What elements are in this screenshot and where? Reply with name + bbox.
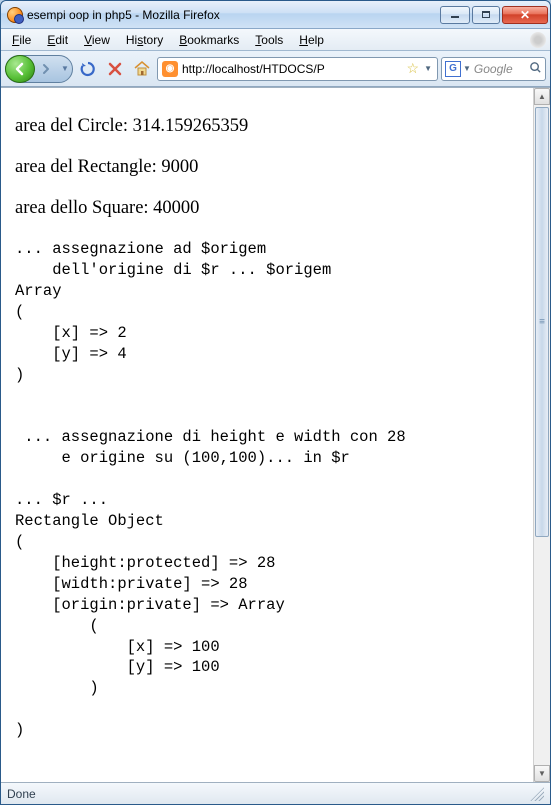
square-area-line: area dello Square: 40000 <box>15 198 519 219</box>
menu-help[interactable]: Help <box>292 31 331 49</box>
menu-bookmarks[interactable]: Bookmarks <box>172 31 246 49</box>
activity-indicator-icon <box>530 32 546 48</box>
status-text: Done <box>7 787 36 801</box>
url-text[interactable]: http://localhost/HTDOCS/P <box>182 62 405 76</box>
reload-button[interactable] <box>76 57 100 81</box>
page-body: area del Circle: 314.159265359 area del … <box>1 88 533 782</box>
menu-bar: File Edit View History Bookmarks Tools H… <box>1 29 550 51</box>
close-button[interactable]: ✕ <box>502 6 548 24</box>
scroll-up-button[interactable]: ▲ <box>534 88 550 105</box>
menu-history[interactable]: History <box>119 31 170 49</box>
url-dropdown-icon[interactable]: ▼ <box>421 64 435 73</box>
maximize-button[interactable] <box>472 6 500 24</box>
nav-history-dropdown[interactable]: ▼ <box>58 64 72 73</box>
forward-button[interactable] <box>34 63 58 75</box>
window-title: esempi oop in php5 - Mozilla Firefox <box>27 8 440 22</box>
url-bar[interactable]: ◉ http://localhost/HTDOCS/P ☆ ▼ <box>157 57 438 81</box>
rectangle-area-line: area del Rectangle: 9000 <box>15 157 519 178</box>
menu-tools[interactable]: Tools <box>248 31 290 49</box>
code-output-block: ... assegnazione ad $origem dell'origine… <box>15 239 519 741</box>
search-bar[interactable]: G ▼ Google <box>441 57 546 81</box>
navigation-toolbar: ▼ ◉ http://localhost/HTDOCS/P ☆ ▼ G ▼ Go… <box>1 51 550 87</box>
search-engine-icon[interactable]: G <box>445 61 461 77</box>
content-area: area del Circle: 314.159265359 area del … <box>1 87 550 782</box>
window-controls: ✕ <box>440 6 548 24</box>
nav-buttons: ▼ <box>5 55 73 83</box>
minimize-button[interactable] <box>440 6 470 24</box>
menu-edit[interactable]: Edit <box>40 31 75 49</box>
status-bar: Done <box>1 782 550 804</box>
menu-view[interactable]: View <box>77 31 117 49</box>
bookmark-star-icon[interactable]: ☆ <box>407 60 420 77</box>
search-engine-dropdown-icon[interactable]: ▼ <box>463 64 471 73</box>
circle-area-line: area del Circle: 314.159265359 <box>15 116 519 137</box>
menu-file[interactable]: File <box>5 31 38 49</box>
resize-grip-icon[interactable] <box>530 787 544 801</box>
scroll-thumb[interactable] <box>535 107 549 537</box>
vertical-scrollbar[interactable]: ▲ ▼ <box>533 88 550 782</box>
title-bar[interactable]: esempi oop in php5 - Mozilla Firefox ✕ <box>1 1 550 29</box>
back-button[interactable] <box>5 55 35 83</box>
search-input[interactable]: Google <box>474 62 529 76</box>
browser-window: esempi oop in php5 - Mozilla Firefox ✕ F… <box>0 0 551 805</box>
site-favicon-icon: ◉ <box>162 61 178 77</box>
stop-button[interactable] <box>103 57 127 81</box>
search-go-icon[interactable] <box>529 61 542 77</box>
scroll-down-button[interactable]: ▼ <box>534 765 550 782</box>
firefox-icon <box>7 7 23 23</box>
home-button[interactable] <box>130 57 154 81</box>
